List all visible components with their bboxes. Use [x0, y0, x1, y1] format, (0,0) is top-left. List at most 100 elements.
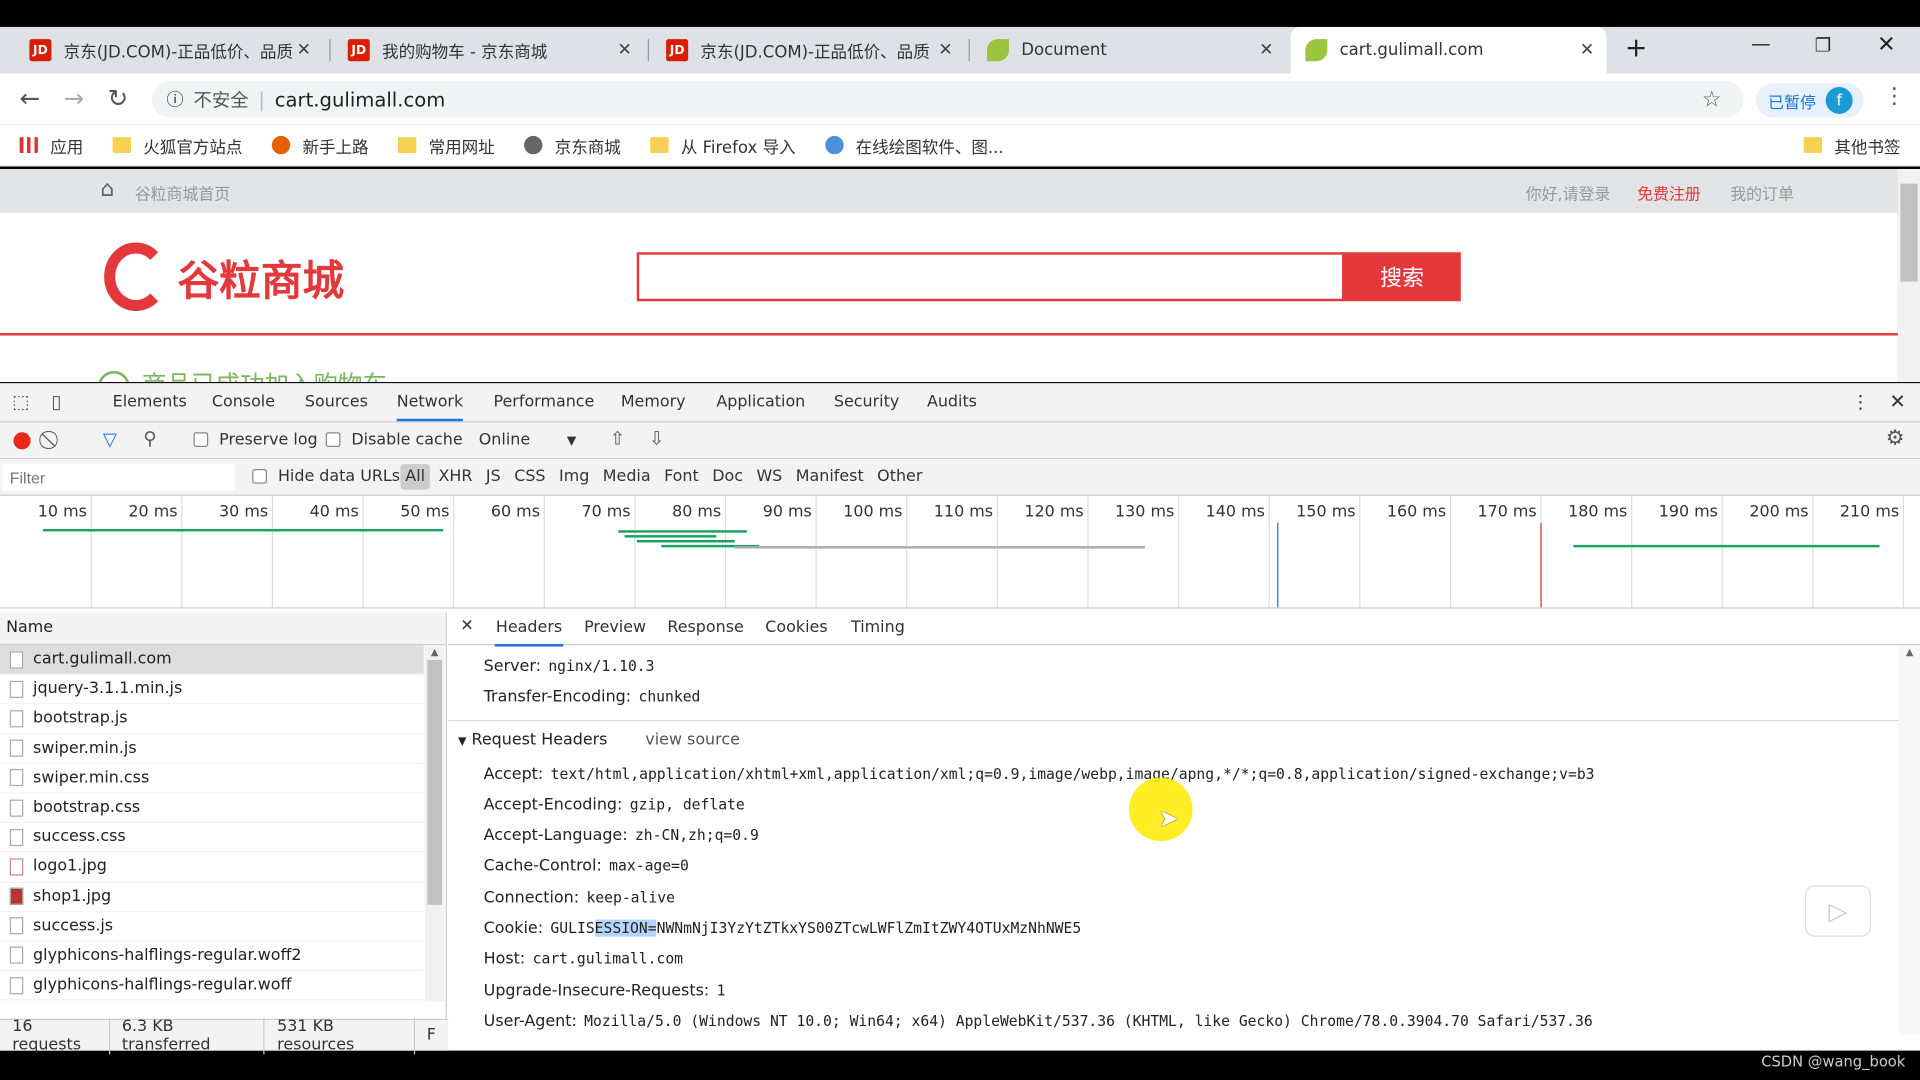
filter-icon[interactable]: ▽: [103, 429, 117, 451]
preserve-log-checkbox[interactable]: [193, 432, 209, 452]
tab-security[interactable]: Security: [834, 393, 899, 411]
request-row[interactable]: swiper.min.js: [0, 734, 424, 764]
tab-headers[interactable]: Headers: [494, 618, 564, 647]
type-filter-doc[interactable]: Doc: [707, 464, 748, 490]
type-filter-css[interactable]: CSS: [509, 464, 550, 490]
tab-elements[interactable]: Elements: [113, 393, 187, 411]
back-icon[interactable]: ←: [20, 83, 41, 112]
home-link[interactable]: 谷粒商城首页: [135, 181, 231, 204]
bookmark[interactable]: 新手上路: [271, 133, 369, 157]
type-filter-js[interactable]: JS: [481, 464, 506, 490]
tab-timing[interactable]: Timing: [851, 618, 905, 636]
request-row[interactable]: bootstrap.css: [0, 793, 424, 824]
bookmark[interactable]: 从 Firefox 导入: [650, 133, 796, 157]
request-row[interactable]: success.css: [0, 823, 424, 853]
register-link[interactable]: 免费注册: [1637, 181, 1701, 204]
star-icon[interactable]: ☆: [1702, 86, 1722, 112]
search-input[interactable]: [636, 252, 1345, 302]
network-timeline[interactable]: 10 ms 20 ms 30 ms 40 ms 50 ms 60 ms 70 ms 80 ms…: [0, 495, 1920, 609]
close-devtools-icon[interactable]: ✕: [1889, 389, 1905, 412]
type-filter-other[interactable]: Other: [872, 464, 927, 490]
type-filter-font[interactable]: Font: [659, 464, 703, 490]
tab-sources[interactable]: Sources: [305, 393, 368, 411]
browser-tab[interactable]: Document ✕: [972, 27, 1285, 74]
type-filter-media[interactable]: Media: [598, 464, 656, 490]
type-filter-all[interactable]: All: [400, 464, 430, 490]
new-tab-button[interactable]: +: [1625, 33, 1648, 64]
browser-tab[interactable]: JD 我的购物车 - 京东商城 ✕: [333, 27, 644, 74]
site-logo[interactable]: 谷粒商城: [104, 242, 344, 312]
browser-tab-active[interactable]: cart.gulimall.com ✕: [1290, 26, 1607, 74]
record-icon[interactable]: [13, 432, 31, 450]
request-row[interactable]: glyphicons-halflings-regular.woff2: [0, 941, 424, 972]
tab-performance[interactable]: Performance: [493, 393, 594, 411]
browser-tab[interactable]: JD 京东(JD.COM)-正品低价、品质 ✕: [15, 27, 324, 74]
tab-console[interactable]: Console: [212, 393, 275, 411]
login-link[interactable]: 你好,请登录: [1526, 181, 1611, 204]
close-icon[interactable]: ✕: [1259, 40, 1273, 60]
device-icon[interactable]: ▯: [51, 391, 61, 413]
request-row[interactable]: logo1.jpg: [0, 853, 424, 883]
url-input[interactable]: ⓘ 不安全 | cart.gulimall.com ☆: [151, 80, 1744, 118]
minimize-button[interactable]: —: [1751, 32, 1771, 55]
name-column-header[interactable]: Name: [0, 612, 446, 646]
view-source-link[interactable]: view source: [645, 731, 740, 749]
request-name: cart.gulimall.com: [33, 650, 172, 669]
forward-icon[interactable]: →: [64, 83, 85, 112]
type-filter-img[interactable]: Img: [554, 464, 594, 490]
inspect-icon[interactable]: ⬚: [12, 391, 29, 413]
close-icon[interactable]: ✕: [1580, 40, 1594, 60]
orders-link[interactable]: 我的订单: [1730, 181, 1794, 204]
menu-icon[interactable]: ⋮: [1883, 83, 1905, 109]
reload-icon[interactable]: ↻: [108, 83, 129, 112]
request-row[interactable]: jquery-3.1.1.min.js: [0, 675, 424, 705]
bookmark[interactable]: 京东商城: [524, 133, 621, 157]
search-icon[interactable]: ⚲: [143, 427, 156, 449]
close-icon[interactable]: ✕: [938, 40, 952, 60]
browser-tab[interactable]: JD 京东(JD.COM)-正品低价、品质 ✕: [651, 27, 964, 74]
request-row[interactable]: cart.gulimall.com: [0, 645, 424, 675]
detail-scrollbar[interactable]: ▲: [1899, 646, 1920, 1035]
close-icon[interactable]: ✕: [617, 40, 631, 60]
restore-button[interactable]: ❐: [1815, 34, 1831, 56]
request-row[interactable]: swiper.min.css: [0, 764, 424, 794]
disable-cache-checkbox[interactable]: [325, 432, 341, 452]
bookmark[interactable]: 火狐官方站点: [112, 133, 243, 157]
tab-memory[interactable]: Memory: [621, 393, 686, 411]
type-filter-xhr[interactable]: XHR: [434, 464, 478, 490]
type-filter-manifest[interactable]: Manifest: [791, 464, 869, 490]
bookmark[interactable]: 在线绘图软件、图...: [825, 133, 1004, 157]
download-icon[interactable]: ⇩: [649, 427, 664, 449]
request-list-scrollbar[interactable]: ▲: [424, 646, 445, 1002]
close-window-button[interactable]: ✕: [1877, 32, 1895, 58]
request-row[interactable]: glyphicons-halflings-regular.woff: [0, 971, 424, 1001]
other-bookmarks[interactable]: 其他书签: [1803, 133, 1900, 157]
filter-input[interactable]: [2, 464, 236, 492]
throttle-select[interactable]: Online ▼: [479, 431, 577, 449]
request-row[interactable]: success.js: [0, 912, 424, 942]
tab-network[interactable]: Network: [396, 393, 464, 422]
play-icon[interactable]: ▷: [1804, 885, 1872, 937]
type-filter-ws[interactable]: WS: [752, 464, 788, 490]
tab-audits[interactable]: Audits: [927, 393, 977, 411]
timeline-tick-label: 20 ms: [128, 503, 178, 522]
tab-response[interactable]: Response: [667, 618, 743, 636]
bookmark-apps[interactable]: 应用: [19, 133, 83, 157]
tab-preview[interactable]: Preview: [584, 618, 646, 636]
tab-application[interactable]: Application: [716, 393, 805, 411]
tab-cookies[interactable]: Cookies: [765, 618, 827, 636]
request-row[interactable]: bootstrap.js: [0, 705, 424, 735]
gear-icon[interactable]: ⚙: [1886, 426, 1905, 450]
info-icon[interactable]: ⓘ: [167, 87, 184, 111]
close-detail-icon[interactable]: ✕: [460, 617, 473, 635]
search-button[interactable]: 搜索: [1343, 252, 1461, 302]
page-scrollbar[interactable]: [1897, 168, 1920, 383]
request-headers-toggle[interactable]: ▼ Request Headers: [458, 731, 608, 749]
more-icon[interactable]: ⋮: [1851, 391, 1869, 413]
profile-button[interactable]: 已暂停 f: [1755, 83, 1864, 118]
close-icon[interactable]: ✕: [297, 40, 311, 60]
bookmark[interactable]: 常用网址: [397, 133, 495, 157]
upload-icon[interactable]: ⇧: [610, 427, 625, 449]
request-row[interactable]: shop1.jpg: [0, 882, 424, 912]
hide-data-urls-checkbox[interactable]: [252, 468, 267, 489]
